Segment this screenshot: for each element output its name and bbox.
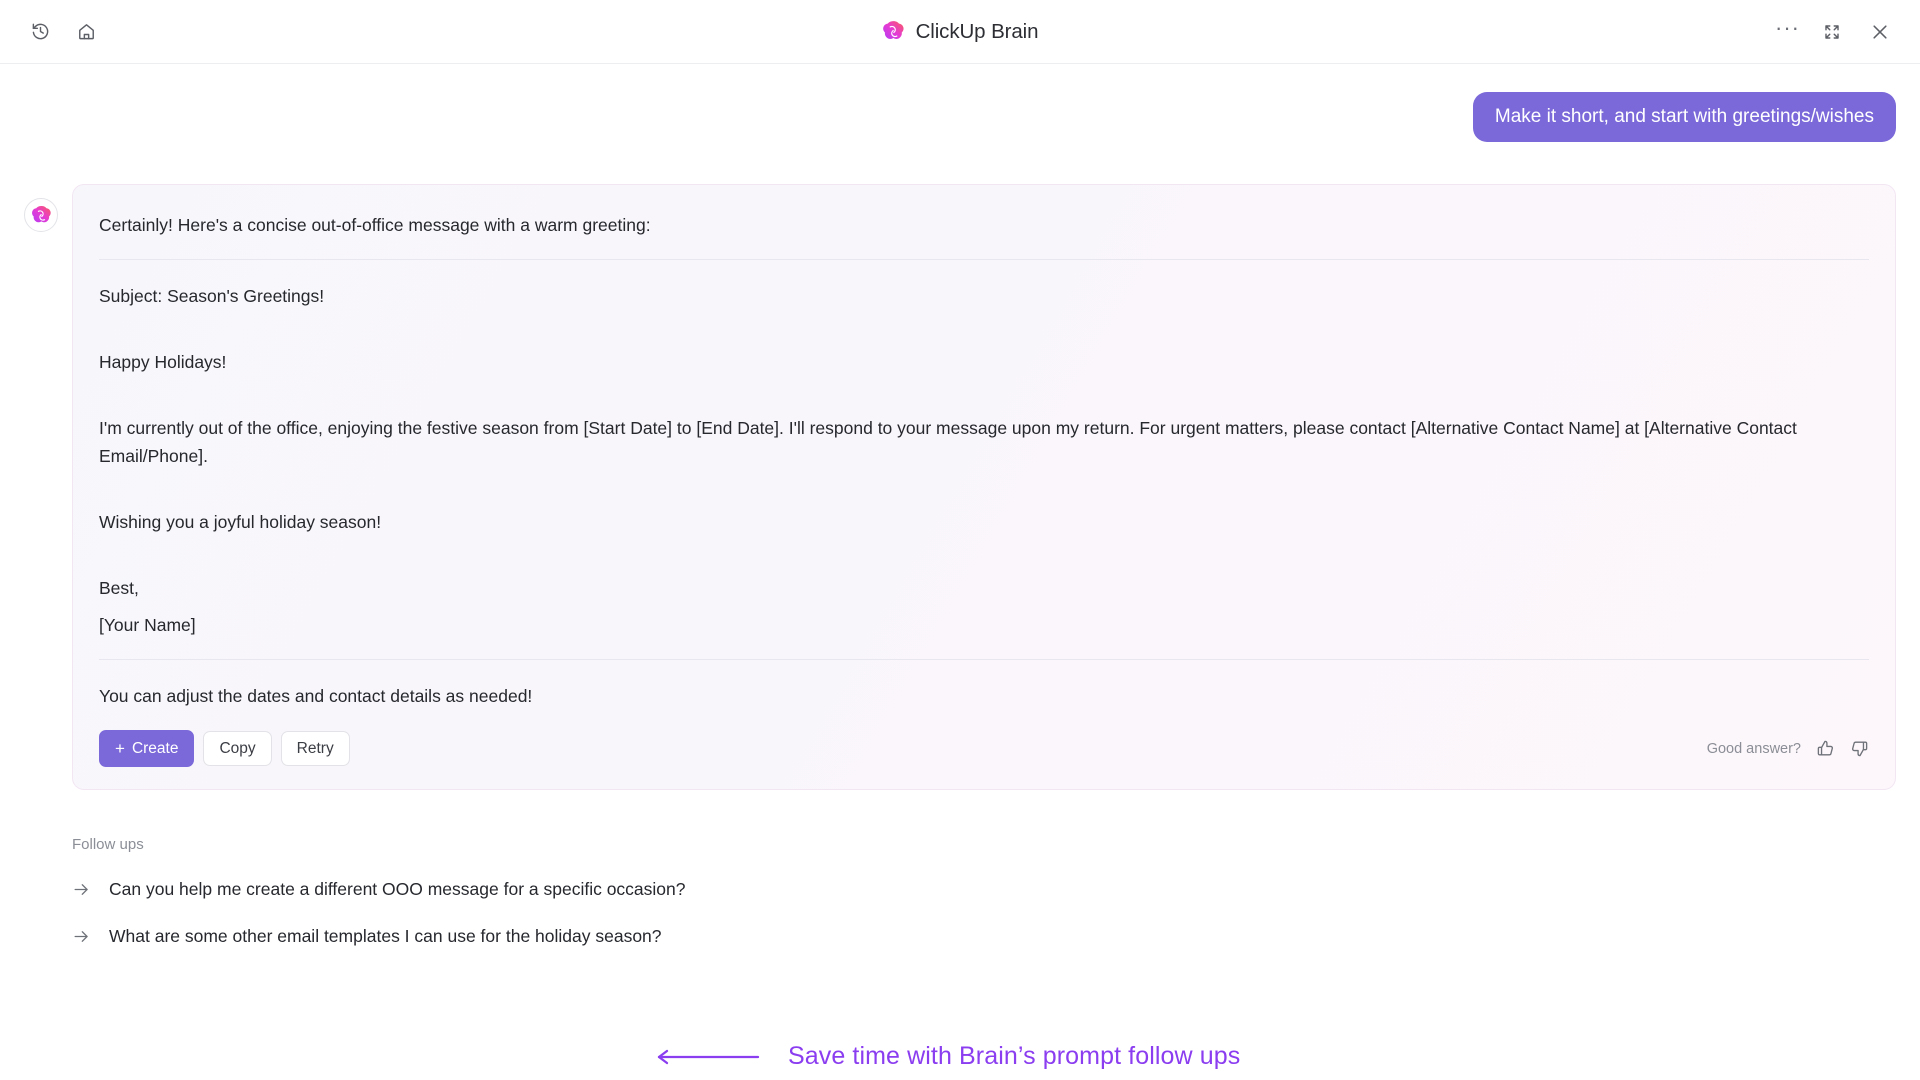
answer-signoff-line: Best, (99, 578, 139, 598)
annotation-text: Save time with Brain’s prompt follow ups (788, 1042, 1241, 1070)
clickup-brain-logo-icon (882, 21, 904, 39)
history-clock-icon (32, 23, 48, 40)
followup-item-1-label: Can you help me create a different OOO m… (109, 879, 686, 899)
collapse-arrows-icon (1825, 24, 1839, 39)
conversation-panel: Make it short, and start with greetings/… (0, 64, 1920, 1080)
answer-divider-bottom (99, 659, 1869, 660)
assistant-answer-card: Certainly! Here's a concise out-of-offic… (72, 184, 1896, 790)
answer-divider-top (99, 259, 1869, 260)
titlebar-window-controls: ··· (1775, 16, 1920, 48)
plus-icon: + (115, 739, 125, 758)
thumbs-down-icon (1851, 741, 1868, 757)
assistant-avatar (24, 198, 58, 232)
answer-greeting-line: Happy Holidays! (99, 352, 227, 372)
collapse-button[interactable] (1816, 16, 1848, 48)
create-button[interactable]: + Create (99, 730, 195, 767)
feedback-prompt-label: Good answer? (1706, 740, 1801, 757)
thumbs-down-button[interactable] (1850, 739, 1869, 758)
answer-wish-line: Wishing you a joyful holiday season! (99, 512, 382, 532)
annotation-callout: Save time with Brain’s prompt follow ups (655, 1042, 1240, 1071)
answer-name-placeholder: [Your Name] (99, 615, 196, 635)
annotation-arrow-left-icon (657, 1049, 760, 1064)
followup-item-1[interactable]: Can you help me create a different OOO m… (72, 879, 686, 900)
assistant-message-row: Certainly! Here's a concise out-of-offic… (24, 184, 1896, 790)
thumbs-up-button[interactable] (1816, 739, 1835, 758)
user-message-bubble: Make it short, and start with greetings/… (1472, 92, 1896, 142)
page-title: ClickUp Brain (915, 19, 1039, 43)
arrow-right-icon (72, 880, 91, 899)
create-button-label: Create (131, 739, 179, 757)
answer-actions-row: + Create Copy Retry Good answer? (99, 730, 1869, 767)
copy-button[interactable]: Copy (203, 730, 272, 767)
titlebar-title-group: ClickUp Brain (0, 20, 1920, 44)
titlebar-left-controls (0, 16, 102, 48)
followups-heading: Follow ups (72, 836, 144, 853)
answer-subject-line: Subject: Season's Greetings! (99, 286, 325, 306)
followup-item-2-label: What are some other email templates I ca… (109, 926, 662, 946)
more-options-button[interactable]: ··· (1775, 16, 1800, 41)
close-x-icon (1873, 24, 1887, 39)
followup-item-2[interactable]: What are some other email templates I ca… (72, 926, 662, 947)
window-titlebar: ClickUp Brain ··· (0, 0, 1920, 64)
answer-note-text: You can adjust the dates and contact det… (99, 686, 533, 706)
feedback-group: Good answer? (1707, 739, 1869, 758)
history-button[interactable] (24, 16, 56, 48)
thumbs-up-icon (1817, 740, 1834, 756)
home-button[interactable] (70, 16, 102, 48)
followups-section: Follow ups Can you help me create a diff… (24, 836, 1896, 947)
user-message-row: Make it short, and start with greetings/… (24, 64, 1896, 142)
home-icon (78, 24, 94, 40)
retry-button[interactable]: Retry (280, 730, 350, 767)
answer-body-paragraph: I'm currently out of the office, enjoyin… (99, 418, 1797, 466)
answer-intro-text: Certainly! Here's a concise out-of-offic… (99, 215, 651, 235)
clickup-brain-logo-icon (31, 205, 51, 222)
close-button[interactable] (1864, 16, 1896, 48)
arrow-right-icon (72, 927, 91, 946)
